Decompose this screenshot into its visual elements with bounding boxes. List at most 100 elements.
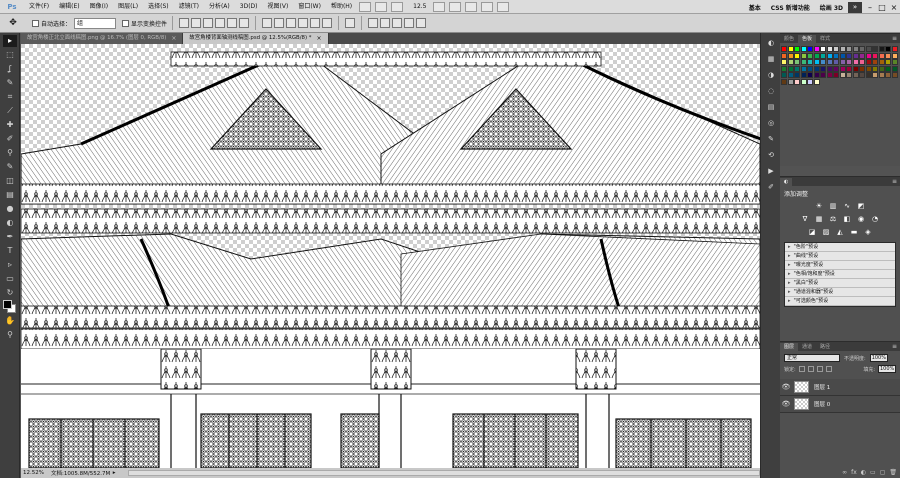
color-swatch[interactable] bbox=[787, 52, 794, 59]
color-swatch[interactable] bbox=[800, 52, 807, 59]
3d-rotate-mode-button[interactable] bbox=[368, 18, 379, 28]
color-swatch[interactable] bbox=[852, 52, 859, 59]
color-swatch[interactable] bbox=[852, 59, 859, 65]
adjustment-preset-item[interactable]: ▸ "色相/饱和度"预设 bbox=[785, 270, 895, 279]
color-swatch[interactable] bbox=[859, 52, 865, 59]
threshold-icon[interactable]: ◭ bbox=[836, 228, 845, 237]
color-swatch[interactable] bbox=[891, 65, 898, 72]
color-swatch[interactable] bbox=[852, 65, 859, 72]
workspace-painting-3d[interactable]: 绘画 3D bbox=[815, 3, 848, 12]
color-swatch[interactable] bbox=[781, 52, 787, 59]
color-swatch[interactable] bbox=[833, 72, 839, 78]
3d-roll-mode-button[interactable] bbox=[380, 18, 391, 28]
arrange-documents-button[interactable] bbox=[480, 1, 493, 12]
hand-tool-icon[interactable]: ✋ bbox=[3, 315, 17, 327]
color-swatch[interactable] bbox=[794, 46, 800, 52]
color-panel-icon[interactable]: ◐ bbox=[764, 37, 778, 49]
crop-tool-icon[interactable]: ⌗ bbox=[3, 91, 17, 103]
color-swatch[interactable] bbox=[878, 46, 885, 52]
color-swatch[interactable] bbox=[846, 46, 852, 52]
status-doc-size[interactable]: 文档:1005.8M/552.7M bbox=[43, 469, 110, 477]
lock-pixels-icon[interactable] bbox=[807, 366, 814, 372]
status-menu-arrow-icon[interactable]: ▸ bbox=[110, 470, 118, 476]
color-swatch[interactable] bbox=[839, 65, 846, 72]
color-swatch[interactable] bbox=[794, 72, 800, 78]
expand-arrow-icon[interactable]: ▸ bbox=[788, 244, 791, 250]
color-swatch[interactable] bbox=[859, 72, 865, 78]
color-swatch[interactable] bbox=[800, 72, 807, 78]
color-swatch[interactable] bbox=[833, 46, 839, 52]
color-swatch[interactable] bbox=[839, 72, 846, 78]
document-tab[interactable]: 故宫角楼正北立面线稿图.png @ 16.7% (图层 0, RGB/8) × bbox=[21, 33, 184, 44]
adjustment-preset-item[interactable]: ▸ "通道混和器"预设 bbox=[785, 288, 895, 297]
panel-menu-icon[interactable]: ≡ bbox=[892, 178, 897, 186]
brush-panel-icon[interactable]: ✐ bbox=[764, 181, 778, 193]
lasso-tool-icon[interactable]: ʆ bbox=[3, 63, 17, 75]
color-swatch[interactable] bbox=[807, 59, 813, 65]
visibility-eye-icon[interactable]: 👁 bbox=[780, 400, 792, 408]
lock-position-icon[interactable] bbox=[816, 366, 823, 372]
color-swatch[interactable] bbox=[781, 46, 787, 52]
eraser-tool-icon[interactable]: ◫ bbox=[3, 175, 17, 187]
exposure-icon[interactable]: ◩ bbox=[857, 202, 866, 211]
color-swatch[interactable] bbox=[891, 72, 898, 78]
tab-swatches[interactable]: 色板 bbox=[798, 35, 817, 43]
color-swatch[interactable] bbox=[846, 52, 852, 59]
3d-pan-mode-button[interactable] bbox=[392, 18, 403, 28]
minimize-button[interactable]: – bbox=[864, 2, 876, 13]
bridge-button[interactable] bbox=[359, 1, 372, 12]
zoom-button[interactable] bbox=[448, 1, 461, 12]
color-swatch[interactable] bbox=[813, 65, 820, 72]
color-swatch[interactable] bbox=[826, 46, 833, 52]
color-swatch[interactable] bbox=[787, 72, 794, 78]
color-swatch[interactable] bbox=[865, 46, 872, 52]
color-swatch[interactable] bbox=[826, 52, 833, 59]
menu-item[interactable]: 帮助(H) bbox=[326, 0, 357, 14]
type-tool-icon[interactable]: T bbox=[3, 245, 17, 257]
dodge-tool-icon[interactable]: ◐ bbox=[3, 217, 17, 229]
tab-adjustments[interactable]: ◐ bbox=[780, 178, 793, 186]
actions-panel-icon[interactable]: ▶ bbox=[764, 165, 778, 177]
align-bottom-button[interactable] bbox=[203, 18, 214, 28]
color-swatch[interactable] bbox=[787, 46, 794, 52]
link-layers-icon[interactable]: ∞ bbox=[842, 469, 847, 476]
distribute-hcenter-button[interactable] bbox=[310, 18, 321, 28]
tab-paths[interactable]: 路径 bbox=[816, 343, 834, 351]
color-swatch[interactable] bbox=[865, 59, 872, 65]
align-left-button[interactable] bbox=[215, 18, 226, 28]
status-zoom[interactable]: 12.52% bbox=[21, 470, 44, 476]
fill-input[interactable]: 100% bbox=[878, 365, 896, 373]
curves-icon[interactable]: ∿ bbox=[843, 202, 852, 211]
align-vcenter-button[interactable] bbox=[191, 18, 202, 28]
menu-item[interactable]: 图像(I) bbox=[85, 0, 113, 14]
color-swatch[interactable] bbox=[833, 59, 839, 65]
color-swatch[interactable] bbox=[807, 72, 813, 78]
layer-name[interactable]: 图层 1 bbox=[814, 383, 830, 391]
align-right-button[interactable] bbox=[239, 18, 250, 28]
channels-panel-icon[interactable]: ◎ bbox=[764, 117, 778, 129]
color-swatch[interactable] bbox=[891, 46, 898, 52]
color-swatch[interactable] bbox=[794, 52, 800, 59]
color-swatch[interactable] bbox=[833, 52, 839, 59]
swatches-panel-icon[interactable]: ▦ bbox=[764, 53, 778, 65]
color-swatch[interactable] bbox=[839, 59, 846, 65]
move-tool-icon[interactable]: ✥ bbox=[4, 16, 22, 30]
color-swatch[interactable] bbox=[807, 52, 813, 59]
horizontal-scrollbar[interactable] bbox=[128, 470, 760, 476]
workspace-css-new[interactable]: CSS 新增功能 bbox=[766, 3, 815, 12]
shape-tool-icon[interactable]: ▭ bbox=[3, 273, 17, 285]
color-swatch[interactable] bbox=[878, 65, 885, 72]
layer-name[interactable]: 图层 0 bbox=[814, 400, 830, 408]
color-swatch[interactable] bbox=[878, 59, 885, 65]
document-tab-active[interactable]: 故宫角楼背面轴测线稿图.psd @ 12.5%(RGB/8) * × bbox=[183, 33, 329, 44]
close-tab-icon[interactable]: × bbox=[316, 33, 321, 44]
color-swatch[interactable] bbox=[839, 46, 846, 52]
color-swatch[interactable] bbox=[859, 65, 865, 72]
color-swatch[interactable] bbox=[781, 59, 787, 65]
color-swatch[interactable] bbox=[820, 72, 826, 78]
color-swatch[interactable] bbox=[872, 72, 878, 78]
color-swatch[interactable] bbox=[852, 46, 859, 52]
layer-row[interactable]: 👁 图层 1 bbox=[780, 379, 900, 396]
expand-arrow-icon[interactable]: ▸ bbox=[788, 262, 791, 268]
align-hcenter-button[interactable] bbox=[227, 18, 238, 28]
